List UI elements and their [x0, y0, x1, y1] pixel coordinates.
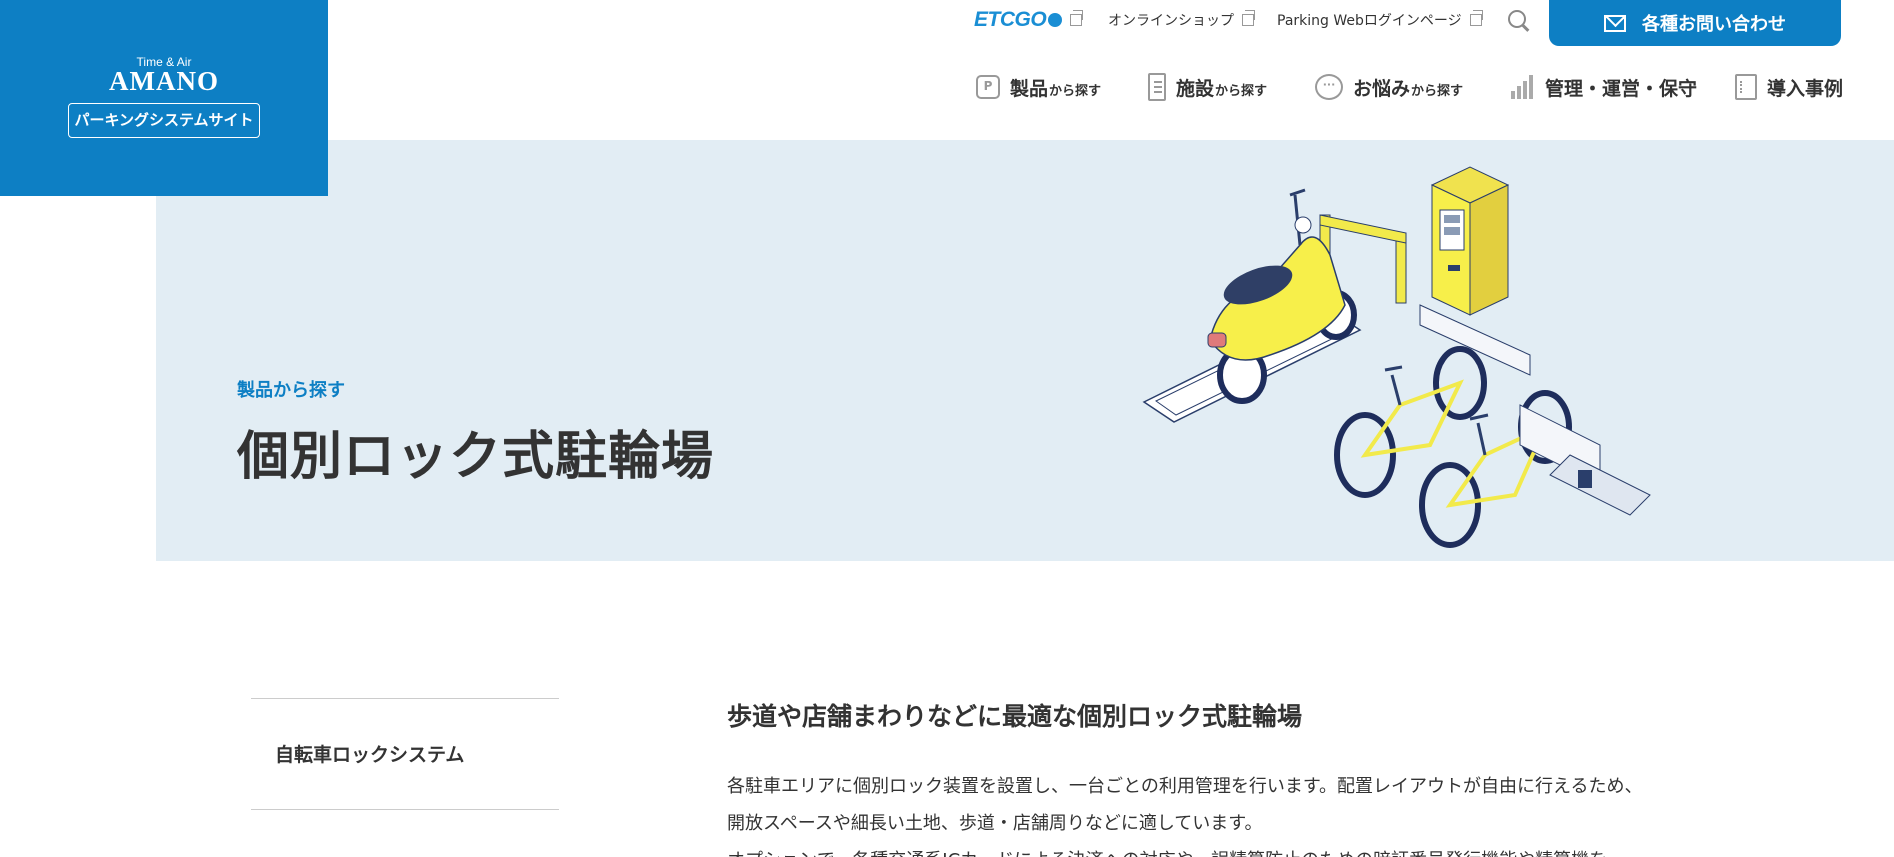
search-icon[interactable] [1506, 8, 1532, 34]
etcgo-link[interactable]: ETCGO [974, 8, 1084, 32]
etcgo-dot-icon [1048, 13, 1063, 27]
nav-concerns-label: お悩み [1353, 77, 1411, 100]
nav-facilities-sub: から探す [1215, 83, 1268, 99]
nav-facilities[interactable]: 施設 から探す [1148, 72, 1267, 102]
online-shop-label: オンラインショップ [1108, 13, 1234, 29]
nav-products[interactable]: P 製品 から探す [976, 72, 1101, 102]
building-icon [1148, 73, 1166, 101]
body-paragraph-line: 開放スペースや細長い土地、歩道・店舗周りなどに適しています。 [727, 813, 1263, 834]
etcgo-logo: ETCGO [974, 8, 1047, 31]
online-shop-link[interactable]: オンラインショップ [1108, 8, 1255, 32]
external-link-icon [1070, 10, 1084, 26]
contact-button-label: 各種お問い合わせ [1642, 14, 1786, 35]
speech-bubble-icon: ··· [1315, 74, 1343, 100]
logo-site-label: パーキングシステムサイト [68, 103, 260, 138]
body-paragraph-line: オプションで、各種交通系ICカードによる決済への対応や、誤精算防止のための暗証番… [727, 842, 1727, 857]
hero-eyebrow: 製品から探す [237, 380, 345, 401]
nav-products-label: 製品 [1010, 77, 1049, 100]
document-icon [1735, 74, 1757, 100]
section-body: 各駐車エリアに個別ロック装置を設置し、一台ごとの利用管理を行います。配置レイアウ… [727, 768, 1727, 857]
site-logo[interactable]: Time & Air AMANO パーキングシステムサイト [0, 0, 328, 196]
contact-button[interactable]: 各種お問い合わせ [1549, 0, 1841, 46]
nav-facilities-label: 施設 [1176, 77, 1215, 100]
nav-management-label: 管理・運営・保守 [1545, 77, 1698, 100]
nav-products-sub: から探す [1049, 83, 1102, 99]
mail-icon [1604, 14, 1626, 32]
nav-case-studies-label: 導入事例 [1767, 77, 1844, 100]
parking-web-login-label: Parking Webログインページ [1277, 13, 1462, 29]
sidebar-divider [251, 809, 559, 810]
nav-case-studies[interactable]: 導入事例 [1735, 72, 1843, 102]
external-link-icon [1469, 10, 1483, 26]
nav-concerns-sub: から探す [1411, 83, 1464, 99]
p-icon: P [976, 75, 1000, 99]
bicycle-parking-illustration [1142, 166, 1651, 548]
page-title: 個別ロック式駐輪場 [237, 427, 715, 487]
nav-concerns[interactable]: ··· お悩み から探す [1315, 72, 1463, 102]
sidebar-divider [251, 698, 559, 699]
parking-web-login-link[interactable]: Parking Webログインページ [1277, 8, 1483, 32]
external-link-icon [1242, 10, 1255, 26]
nav-management[interactable]: 管理・運営・保守 [1511, 72, 1697, 102]
bar-chart-icon [1511, 75, 1535, 99]
section-heading: 歩道や店舗まわりなどに最適な個別ロック式駐輪場 [727, 702, 1303, 731]
logo-name: AMANO [109, 66, 219, 96]
body-paragraph-line: 各駐車エリアに個別ロック装置を設置し、一台ごとの利用管理を行います。配置レイアウ… [727, 776, 1643, 797]
sidebar-item-bicycle-lock-system[interactable]: 自転車ロックシステム [275, 740, 464, 767]
